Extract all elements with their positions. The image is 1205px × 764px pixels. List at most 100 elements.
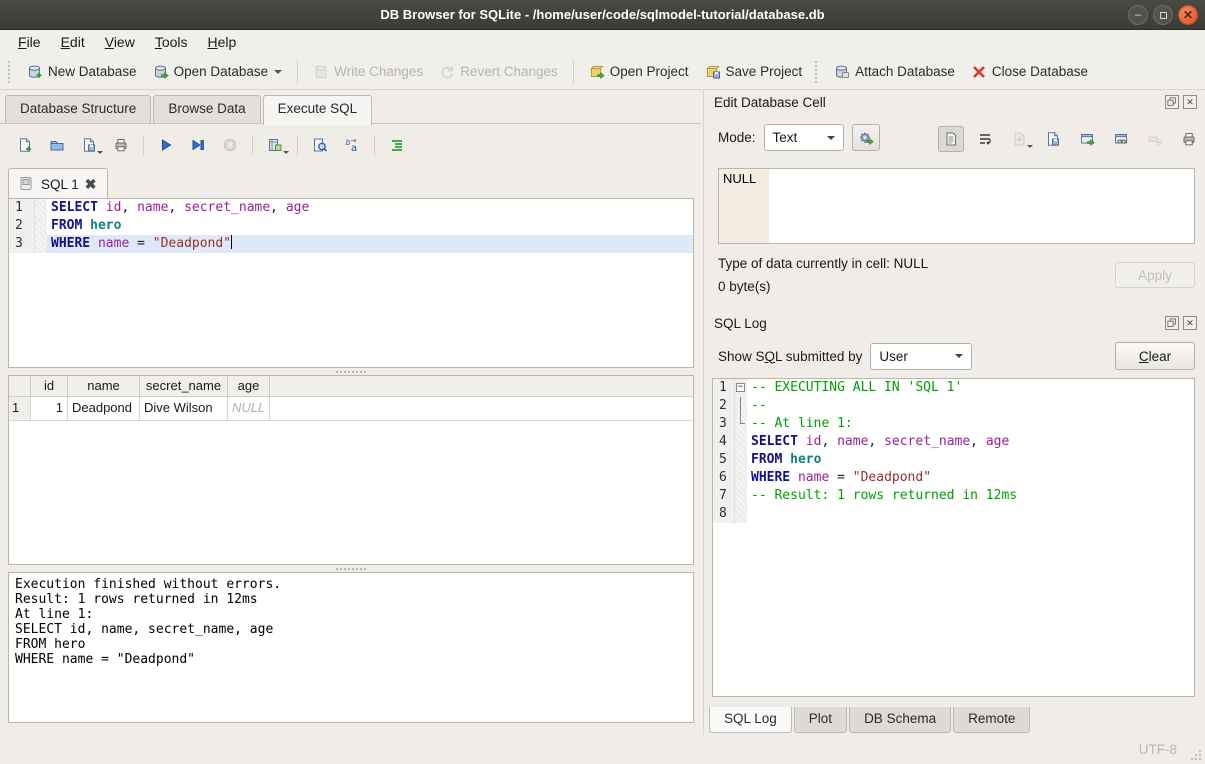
- code-text: -- Result: 1 rows returned in 12ms: [747, 487, 1194, 505]
- tab-browse-data[interactable]: Browse Data: [153, 95, 260, 123]
- code-text: SELECT id, name, secret_name, age: [747, 433, 1194, 451]
- mode-select[interactable]: Text: [764, 124, 844, 151]
- cell-text-area[interactable]: [769, 169, 1194, 243]
- cell-value: NULL: [719, 169, 769, 243]
- toolbar-grip[interactable]: [8, 61, 14, 83]
- text-mode-button[interactable]: [938, 126, 964, 152]
- execute-line-button[interactable]: [185, 132, 211, 158]
- corner-header[interactable]: [9, 376, 31, 396]
- db-new-icon: [27, 64, 43, 80]
- export-results-button[interactable]: [262, 132, 288, 158]
- format-sql-button[interactable]: [384, 132, 410, 158]
- encoding-label: UTF-8: [1139, 742, 1177, 757]
- open-database-button[interactable]: Open Database: [146, 60, 290, 84]
- tab-database-structure[interactable]: Database Structure: [5, 95, 151, 123]
- project-open-icon: [589, 64, 605, 80]
- close-panel-icon[interactable]: ✕: [1183, 95, 1197, 109]
- code-text: [747, 505, 1194, 523]
- code-line: 2--: [713, 397, 1194, 415]
- fold-margin: [735, 469, 747, 487]
- print-cell-button[interactable]: [1176, 126, 1202, 152]
- column-header-name[interactable]: name: [68, 376, 140, 396]
- revert-changes-button[interactable]: Revert Changes: [432, 60, 565, 84]
- results-table[interactable]: idnamesecret_nameage11DeadpondDive Wilso…: [8, 375, 694, 565]
- write-changes-button[interactable]: Write Changes: [306, 60, 430, 84]
- print-icon: [113, 137, 129, 153]
- menu-view[interactable]: View: [95, 32, 145, 52]
- float-panel-icon[interactable]: [1165, 95, 1179, 109]
- splitter-results-message[interactable]: [8, 565, 694, 572]
- close-button[interactable]: ✕: [1178, 5, 1198, 25]
- toolbar-grip[interactable]: [815, 61, 821, 83]
- execution-message: Execution finished without errors. Resul…: [8, 572, 694, 723]
- column-header-secret_name[interactable]: secret_name: [140, 376, 228, 396]
- find-replace-button[interactable]: ba: [339, 132, 365, 158]
- export-cell-button[interactable]: [1040, 126, 1066, 152]
- fold-marker-icon[interactable]: −: [735, 379, 747, 397]
- table-header: idnamesecret_nameage: [9, 376, 693, 397]
- maximize-button[interactable]: [1153, 5, 1173, 25]
- table-cell[interactable]: NULL: [228, 397, 270, 420]
- dock-tab-db-schema[interactable]: DB Schema: [849, 707, 951, 733]
- chevron-down-icon[interactable]: [283, 151, 289, 157]
- float-panel-icon[interactable]: [1165, 316, 1179, 330]
- attach-database-button[interactable]: Attach Database: [827, 60, 962, 84]
- menu-tools[interactable]: Tools: [145, 32, 198, 52]
- menu-edit[interactable]: Edit: [51, 32, 95, 52]
- open-project-button[interactable]: Open Project: [582, 60, 696, 84]
- table-cell[interactable]: Dive Wilson: [140, 397, 228, 420]
- sql-log-view[interactable]: 1−-- EXECUTING ALL IN 'SQL 1'2--3-- At l…: [712, 378, 1195, 697]
- format-icon: [389, 137, 405, 153]
- row-header[interactable]: 1: [9, 397, 31, 420]
- stop-execution-button[interactable]: [217, 132, 243, 158]
- column-header-id[interactable]: id: [31, 376, 68, 396]
- dock-tab-bar: SQL LogPlotDB SchemaRemote: [709, 707, 1032, 733]
- import-cell-button[interactable]: [1006, 126, 1032, 152]
- chevron-down-icon[interactable]: [97, 151, 103, 157]
- line-number: 6: [713, 469, 735, 487]
- new-database-button[interactable]: New Database: [20, 60, 144, 84]
- tab-sql-1[interactable]: SQL 1 ✖: [8, 168, 108, 199]
- log-filter-select[interactable]: User: [870, 343, 972, 370]
- new-sql-tab-button[interactable]: [12, 132, 38, 158]
- menu-help[interactable]: Help: [198, 32, 247, 52]
- close-database-button[interactable]: Close Database: [964, 60, 1095, 84]
- fold-marker-icon: [735, 415, 747, 433]
- save-project-button[interactable]: Save Project: [698, 60, 810, 84]
- dock-tab-plot[interactable]: Plot: [794, 707, 847, 733]
- toolbar-separator: [573, 61, 574, 83]
- close-tab-icon[interactable]: ✖: [85, 176, 97, 193]
- table-cell[interactable]: 1: [31, 397, 68, 420]
- minimize-button[interactable]: –: [1128, 5, 1148, 25]
- dock-tab-sql-log[interactable]: SQL Log: [709, 707, 792, 733]
- table-row[interactable]: 11DeadpondDive WilsonNULL: [9, 397, 693, 421]
- copy-link-button[interactable]: [1108, 126, 1134, 152]
- dock-tab-remote[interactable]: Remote: [953, 707, 1030, 733]
- code-text: --: [747, 397, 1194, 415]
- sql-editor[interactable]: 1SELECT id, name, secret_name, age2FROM …: [8, 198, 694, 368]
- apply-button[interactable]: Apply: [1115, 262, 1195, 288]
- resize-grip[interactable]: [1190, 749, 1202, 761]
- execute-all-button[interactable]: [153, 132, 179, 158]
- open-sql-file-button[interactable]: [44, 132, 70, 158]
- close-panel-icon[interactable]: ✕: [1183, 316, 1197, 330]
- word-wrap-button[interactable]: [972, 126, 998, 152]
- cell-editor[interactable]: NULL: [718, 168, 1195, 244]
- svg-text:a: a: [351, 143, 357, 153]
- clear-log-button[interactable]: Clear: [1115, 342, 1195, 370]
- table-cell[interactable]: Deadpond: [68, 397, 140, 420]
- chevron-down-icon[interactable]: [1027, 145, 1033, 151]
- save-sql-file-button[interactable]: [76, 132, 102, 158]
- line-number: 2: [9, 217, 35, 235]
- tab-execute-sql[interactable]: Execute SQL: [263, 95, 373, 125]
- open-external-button[interactable]: [1074, 126, 1100, 152]
- chevron-down-icon[interactable]: [274, 70, 282, 78]
- print-sql-button[interactable]: [108, 132, 134, 158]
- column-header-age[interactable]: age: [228, 376, 270, 396]
- apply-settings-button[interactable]: [852, 124, 880, 151]
- splitter-editor-results[interactable]: [8, 368, 694, 375]
- set-null-button[interactable]: [1142, 126, 1168, 152]
- menu-file[interactable]: File: [8, 32, 51, 52]
- find-button[interactable]: [307, 132, 333, 158]
- revert-changes-icon: [439, 64, 455, 80]
